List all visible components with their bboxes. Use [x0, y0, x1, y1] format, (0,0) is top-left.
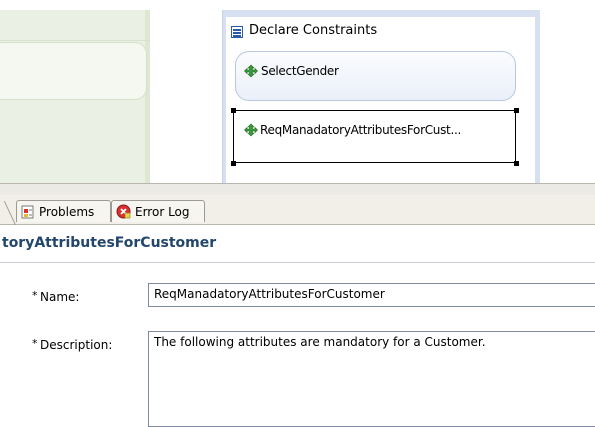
node-label: SelectGender [261, 64, 339, 78]
tab-problems-label: Problems [39, 204, 95, 219]
required-marker: * [32, 337, 38, 350]
problems-icon [21, 205, 34, 218]
node-select-gender[interactable]: SelectGender [235, 51, 516, 101]
selection-handle[interactable] [231, 161, 236, 166]
selection-handle[interactable] [231, 108, 236, 113]
rule-icon [244, 64, 258, 78]
declare-constraints-title: Declare Constraints [249, 23, 378, 38]
diagram-editor[interactable]: Declare Constraints SelectGender ReqMana… [0, 0, 595, 183]
rule-icon [244, 123, 258, 137]
constraints-list-icon [231, 26, 243, 38]
description-label: Description: [40, 338, 113, 352]
description-field[interactable]: The following attributes are mandatory f… [148, 331, 595, 427]
required-marker: * [32, 289, 38, 302]
tab-overflow-edge [0, 201, 16, 225]
selection-handle[interactable] [514, 108, 519, 113]
node-label: ReqManadatoryAttributesForCust... [260, 123, 461, 137]
selection-handle[interactable] [514, 161, 519, 166]
panel-splitter[interactable] [0, 183, 595, 195]
error-log-icon [116, 204, 131, 219]
lane-divider [0, 40, 150, 41]
name-label: Name: [40, 290, 80, 304]
tab-error-log[interactable]: Error Log [111, 200, 205, 222]
tab-problems[interactable]: Problems [16, 200, 111, 222]
header-separator [0, 262, 595, 263]
node-req-mandatory-attributes[interactable]: ReqManadatoryAttributesForCust... [233, 110, 516, 163]
name-field[interactable]: ReqManadatoryAttributesForCustomer [148, 283, 595, 307]
tab-error-log-label: Error Log [135, 204, 190, 219]
properties-title: toryAttributesForCustomer [2, 235, 217, 251]
left-node-shape[interactable] [0, 42, 147, 100]
view-tab-bar: Problems Error Log [0, 195, 595, 225]
